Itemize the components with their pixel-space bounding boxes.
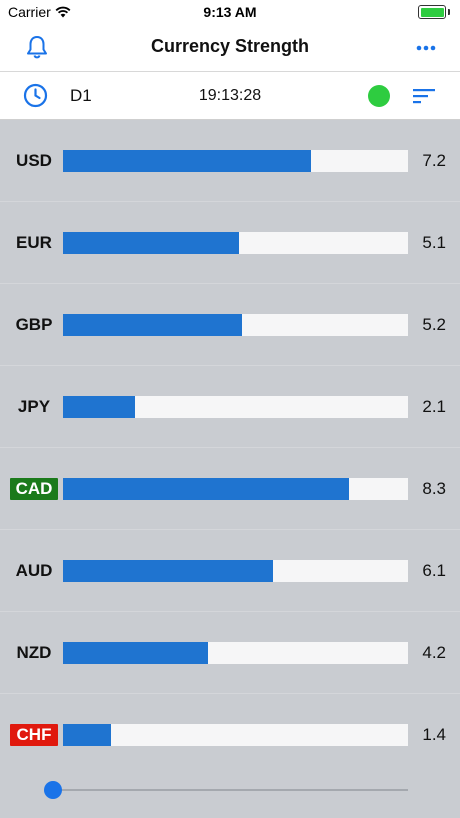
strength-bar-fill — [63, 396, 136, 418]
battery-level — [420, 7, 444, 17]
currency-row[interactable]: USD 7.2 — [0, 120, 460, 202]
status-bar: Carrier 9:13 AM — [0, 0, 460, 24]
status-time: 9:13 AM — [203, 4, 257, 20]
strength-bar-track — [63, 396, 408, 418]
strength-value: 4.2 — [422, 643, 446, 662]
more-icon[interactable] — [414, 36, 438, 60]
strength-bar-track — [63, 560, 408, 582]
strength-bar-fill — [63, 314, 243, 336]
currency-code: GBP — [15, 315, 53, 334]
strength-bar-track — [63, 724, 408, 746]
currency-strength-list: USD 7.2 EUR 5.1 GBP 5.2 JPY 2.1 CAD 8.3 AUD 6.1 NZD 4… — [0, 120, 460, 776]
connection-status-dot — [368, 85, 390, 107]
page-title: Currency Strength — [150, 36, 310, 56]
currency-code: JPY — [17, 397, 51, 416]
strength-bar-track — [63, 150, 408, 172]
currency-code: CAD — [10, 478, 58, 500]
time-slider[interactable] — [44, 781, 408, 799]
strength-value: 1.4 — [422, 725, 446, 744]
currency-row[interactable]: GBP 5.2 — [0, 284, 460, 366]
strength-bar-track — [63, 314, 408, 336]
slider-thumb[interactable] — [44, 781, 62, 799]
strength-bar-fill — [63, 724, 112, 746]
strength-value: 7.2 — [422, 151, 446, 170]
currency-row[interactable]: JPY 2.1 — [0, 366, 460, 448]
strength-bar-track — [63, 232, 408, 254]
strength-value: 8.3 — [422, 479, 446, 498]
strength-bar-track — [63, 478, 408, 500]
strength-value: 5.2 — [422, 315, 446, 334]
strength-bar-fill — [63, 560, 274, 582]
strength-bar-fill — [63, 478, 350, 500]
server-time: 19:13:28 — [198, 87, 262, 104]
currency-row[interactable]: EUR 5.1 — [0, 202, 460, 284]
currency-row[interactable]: CHF 1.4 — [0, 694, 460, 776]
toolbar: D1 19:13:28 — [0, 72, 460, 120]
currency-row[interactable]: AUD 6.1 — [0, 530, 460, 612]
currency-row[interactable]: CAD 8.3 — [0, 448, 460, 530]
strength-value: 6.1 — [422, 561, 446, 580]
currency-code: NZD — [16, 643, 52, 662]
currency-code: CHF — [10, 724, 58, 746]
strength-bar-track — [63, 642, 408, 664]
currency-row[interactable]: NZD 4.2 — [0, 612, 460, 694]
strength-bar-fill — [63, 150, 312, 172]
strength-value: 2.1 — [422, 397, 446, 416]
strength-bar-fill — [63, 232, 239, 254]
slider-rail — [50, 789, 408, 791]
battery-icon — [418, 5, 450, 19]
currency-code: AUD — [15, 561, 53, 580]
currency-code: USD — [16, 151, 52, 170]
currency-code: EUR — [16, 233, 52, 252]
navigation-bar: Currency Strength — [0, 24, 460, 72]
strength-bar-fill — [63, 642, 208, 664]
sort-icon[interactable] — [413, 86, 435, 106]
strength-value: 5.1 — [422, 233, 446, 252]
